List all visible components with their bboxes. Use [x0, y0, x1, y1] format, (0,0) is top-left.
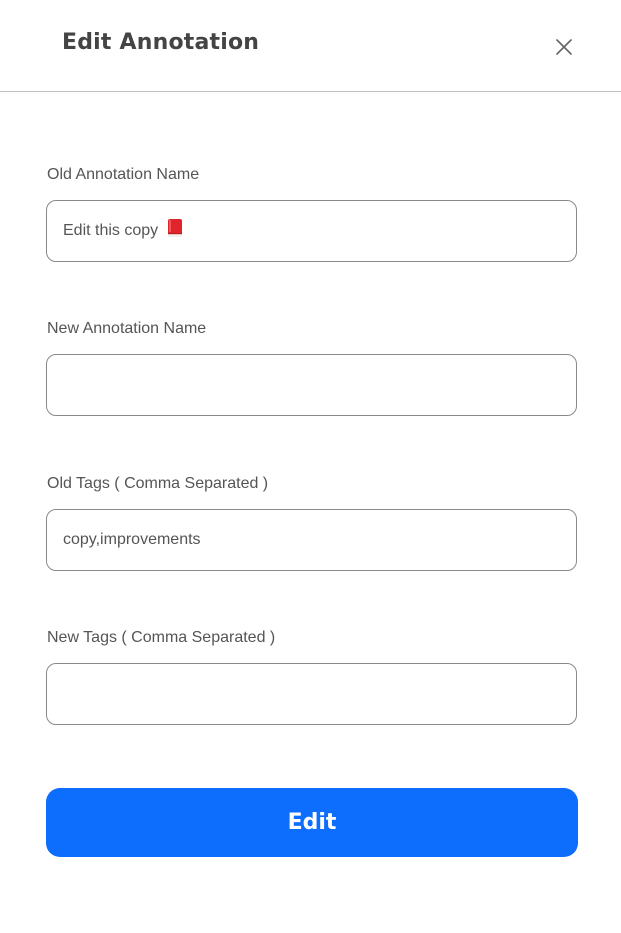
- old-annotation-name-label: Old Annotation Name: [47, 166, 200, 183]
- close-button[interactable]: [553, 36, 575, 58]
- new-tags-label: New Tags ( Comma Separated ): [47, 629, 276, 646]
- edit-annotation-dialog: Edit Annotation Old Annotation Name Edit…: [0, 0, 621, 933]
- old-tags-field[interactable]: copy,improvements: [46, 509, 577, 571]
- new-annotation-name-field[interactable]: [46, 354, 577, 416]
- old-annotation-name-field[interactable]: Edit this copy: [46, 200, 577, 262]
- dialog-header: Edit Annotation: [0, 0, 621, 92]
- old-tags-label: Old Tags ( Comma Separated ): [47, 475, 269, 492]
- old-annotation-name-value: Edit this copy: [63, 222, 159, 239]
- dialog-title: Edit Annotation: [62, 30, 260, 55]
- red-book-icon: [167, 219, 182, 237]
- edit-button[interactable]: Edit: [46, 788, 578, 857]
- new-tags-input[interactable]: [63, 664, 558, 724]
- old-annotation-name-value-wrap: Edit this copy: [63, 201, 183, 261]
- new-annotation-name-label: New Annotation Name: [47, 320, 207, 337]
- old-tags-value: copy,improvements: [63, 531, 201, 548]
- new-annotation-name-input[interactable]: [63, 355, 558, 415]
- new-tags-field[interactable]: [46, 663, 577, 725]
- close-icon: [556, 39, 572, 55]
